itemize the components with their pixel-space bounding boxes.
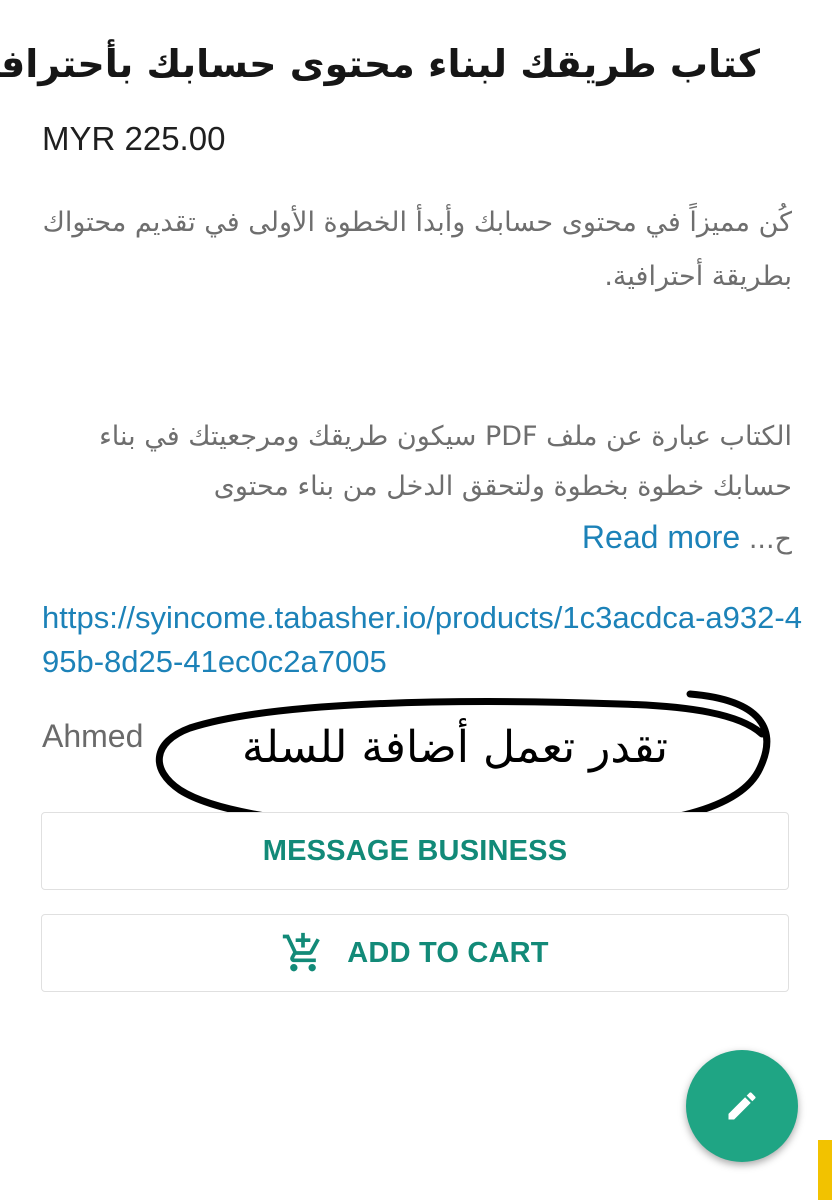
product-link[interactable]: https://syincome.tabasher.io/products/1c…	[42, 596, 802, 684]
seller-name: Ahmed	[42, 718, 144, 754]
product-price: MYR 225.00	[42, 120, 226, 157]
message-business-label: MESSAGE BUSINESS	[262, 834, 568, 867]
product-short-description: كُن مميزاً في محتوى حسابك وأبدأ الخطوة ا…	[42, 207, 792, 292]
pencil-icon	[728, 1092, 756, 1120]
add-to-cart-label: ADD TO CART	[347, 936, 549, 969]
edge-decoration	[818, 1140, 832, 1200]
truncated-text: ح...	[748, 524, 792, 555]
callout-text: تقدر تعمل أضافة للسلة	[241, 722, 669, 773]
product-long-description: الكتاب عبارة عن ملف PDF سيكون طريقك ومرج…	[99, 421, 792, 502]
product-title: كتاب طريقك لبناء محتوى حسابك بأحترافية	[0, 42, 760, 86]
read-more-link[interactable]: Read more	[582, 519, 740, 555]
read-more-row: ح... Read more	[582, 512, 792, 565]
add-cart-icon	[283, 932, 321, 972]
add-to-cart-button[interactable]: ADD TO CART	[41, 914, 789, 992]
message-business-button[interactable]: MESSAGE BUSINESS	[41, 812, 789, 890]
edit-fab-button[interactable]	[686, 1050, 798, 1162]
